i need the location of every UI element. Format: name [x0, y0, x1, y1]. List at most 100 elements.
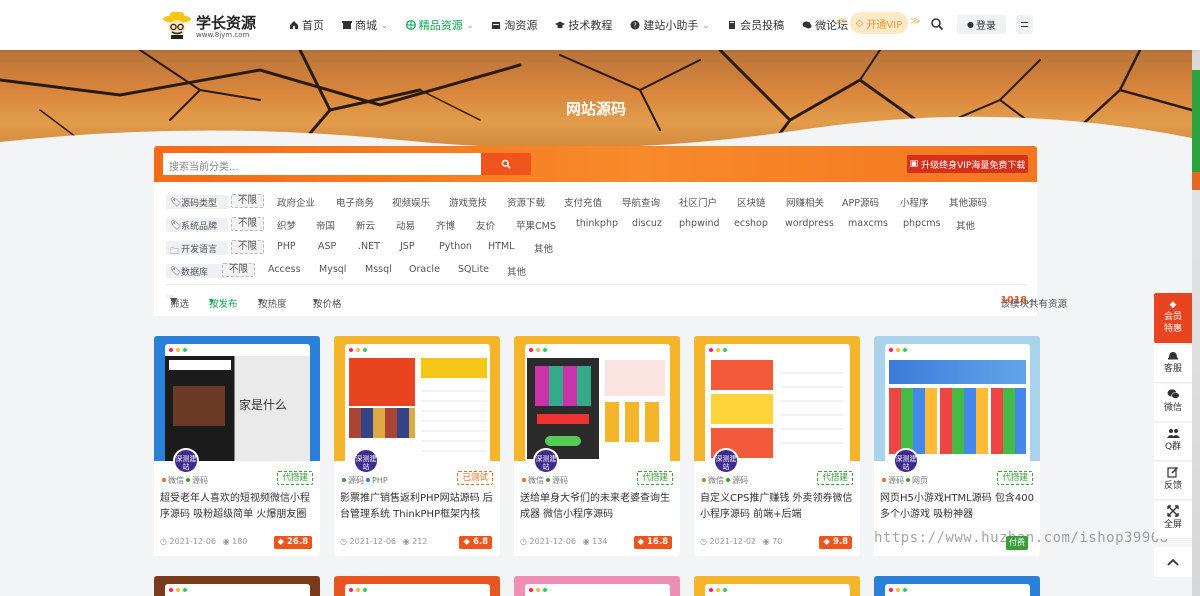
filter-option[interactable]: 织梦 — [277, 218, 296, 232]
feedback-button[interactable]: 反馈 — [1154, 462, 1192, 500]
filter-option[interactable]: 不限 — [222, 263, 256, 277]
nav-item-shop[interactable]: 商城 ⌄ — [333, 0, 397, 50]
filter-toggle[interactable]: ▼ 筛选 — [166, 295, 189, 310]
category-link[interactable]: 源码 — [552, 476, 568, 485]
filter-option[interactable]: 其他源码 — [949, 195, 987, 209]
category-link[interactable]: 微信 — [168, 476, 184, 485]
resource-card[interactable]: 深测建站 微信 源码 代搭建 自定义CPS推广赚钱 外卖领券微信小程序源码 前端+… — [694, 336, 860, 556]
category-link[interactable]: PHP — [372, 476, 388, 485]
filter-option[interactable]: ecshop — [734, 218, 768, 229]
resource-card-partial[interactable] — [694, 576, 860, 596]
nav-item-helper[interactable]: ? 建站小助手 ⌄ — [621, 0, 718, 50]
filter-option[interactable]: 其他 — [534, 241, 553, 255]
filter-option[interactable]: Oracle — [409, 264, 440, 275]
nav-item-submit[interactable]: 会员投稿 — [718, 0, 793, 50]
filter-option[interactable]: 苹果CMS — [516, 218, 556, 232]
author-avatar[interactable]: 深测建站 — [893, 448, 919, 474]
resource-card-partial[interactable] — [154, 576, 320, 596]
upgrade-vip-button[interactable]: ▣ 升级终身VIP海量免费下载 — [907, 155, 1028, 173]
nav-item-tutorials[interactable]: 技术教程 — [546, 0, 621, 50]
category-link[interactable]: 源码 — [348, 476, 364, 485]
filter-option[interactable]: 游戏竞技 — [449, 195, 487, 209]
filter-option[interactable]: 其他 — [956, 218, 975, 232]
filter-option[interactable]: HTML — [488, 241, 514, 252]
nav-item-premium[interactable]: 精品资源 ⌄ — [397, 0, 483, 50]
card-title[interactable]: 网页H5小游戏HTML源码 包含400多个小游戏 吸粉神器 — [880, 491, 1036, 523]
resource-card-partial[interactable] — [334, 576, 500, 596]
filter-option[interactable]: ASP — [318, 241, 336, 252]
nav-item-forum[interactable]: 微论坛 — [793, 0, 857, 50]
filter-option[interactable]: 区块链 — [737, 195, 766, 209]
author-avatar[interactable]: 深测建站 — [353, 448, 379, 474]
back-to-top-button[interactable] — [1154, 547, 1192, 577]
filter-option[interactable]: 不限 — [231, 217, 265, 231]
card-title[interactable]: 自定义CPS推广赚钱 外卖领券微信小程序源码 前端+后端 — [700, 491, 856, 523]
resource-card-partial[interactable] — [874, 576, 1040, 596]
category-link[interactable]: 源码 — [192, 476, 208, 485]
filter-option[interactable]: 不限 — [231, 240, 265, 254]
filter-option[interactable]: 其他 — [507, 264, 526, 278]
filter-option[interactable]: 友价 — [476, 218, 495, 232]
card-title[interactable]: 送给单身大爷们的未来老婆查询生成器 微信小程序源码 — [520, 491, 676, 523]
filter-option[interactable]: Mssql — [365, 264, 392, 275]
card-title[interactable]: 影票推广销售返利PHP网站源码 后台管理系统 ThinkPHP框架内核 — [340, 491, 496, 523]
card-thumbnail[interactable] — [514, 336, 680, 461]
filter-option[interactable]: 社区门户 — [679, 195, 717, 209]
category-link[interactable]: 源码 — [888, 476, 904, 485]
filter-option[interactable]: 不限 — [231, 194, 265, 208]
category-search-input[interactable]: 搜索当前分类... — [163, 153, 481, 175]
resource-card[interactable]: 深测建站 源码 网页 代搭建 网页H5小游戏HTML源码 包含400多个小游戏 吸… — [874, 336, 1040, 556]
search-icon[interactable] — [930, 17, 944, 31]
search-button[interactable] — [481, 153, 531, 175]
card-thumbnail[interactable] — [874, 336, 1040, 461]
filter-option[interactable]: 导航查询 — [622, 195, 660, 209]
filter-option[interactable]: Access — [268, 264, 301, 275]
nav-item-taobao[interactable]: 淘资源 — [482, 0, 546, 50]
filter-option[interactable]: 齐博 — [436, 218, 455, 232]
filter-option[interactable]: phpwind — [679, 218, 720, 229]
site-logo[interactable]: 学长资源 www.8jym.com — [160, 8, 256, 42]
nav-item-home[interactable]: 首页 — [280, 0, 333, 50]
resource-card-partial[interactable] — [514, 576, 680, 596]
filter-option[interactable]: 支付充值 — [564, 195, 602, 209]
filter-option[interactable]: Mysql — [319, 264, 346, 275]
card-title[interactable]: 超受老年人喜欢的短视频微信小程序源码 吸粉超级简单 火爆朋友圈 — [160, 491, 316, 523]
fullscreen-button[interactable]: 全屏 — [1154, 501, 1192, 539]
author-avatar[interactable]: 深测建站 — [533, 448, 559, 474]
card-thumbnail[interactable] — [334, 336, 500, 461]
category-link[interactable]: 微信 — [708, 476, 724, 485]
filter-option[interactable]: maxcms — [848, 218, 888, 229]
filter-option[interactable]: 小程序 — [900, 195, 929, 209]
filter-option[interactable]: thinkphp — [576, 218, 618, 229]
card-thumbnail[interactable]: 家是什么 — [154, 336, 320, 461]
page-scrollbar[interactable] — [1192, 0, 1200, 596]
filter-option[interactable]: 帝国 — [316, 218, 335, 232]
category-link[interactable]: 网页 — [912, 476, 928, 485]
menu-toggle-button[interactable] — [1016, 15, 1033, 34]
filter-option[interactable]: SQLite — [458, 264, 489, 275]
wechat-button[interactable]: 微信 — [1154, 384, 1192, 422]
filter-option[interactable]: phpcms — [903, 218, 941, 229]
resource-card[interactable]: 深测建站 源码 PHP 已测试 影票推广销售返利PHP网站源码 后台管理系统 Th… — [334, 336, 500, 556]
member-offer-button[interactable]: ◆ 会员 特惠 — [1154, 293, 1192, 343]
filter-option[interactable]: 视频娱乐 — [392, 195, 430, 209]
category-link[interactable]: 微信 — [528, 476, 544, 485]
filter-option[interactable]: 新云 — [356, 218, 375, 232]
resource-card[interactable]: 深测建站 微信 源码 代搭建 送给单身大爷们的未来老婆查询生成器 微信小程序源码 … — [514, 336, 680, 556]
filter-option[interactable]: 资源下载 — [507, 195, 545, 209]
filter-option[interactable]: JSP — [400, 241, 415, 252]
filter-option[interactable]: Python — [439, 241, 472, 252]
card-thumbnail[interactable] — [694, 336, 860, 461]
login-button[interactable]: ● 登录 — [957, 15, 1006, 34]
filter-option[interactable]: discuz — [632, 218, 662, 229]
qq-group-button[interactable]: Q群 — [1154, 423, 1192, 461]
category-link[interactable]: 源码 — [732, 476, 748, 485]
filter-option[interactable]: APP源码 — [842, 195, 879, 209]
author-avatar[interactable]: 深测建站 — [713, 448, 739, 474]
filter-option[interactable]: 动易 — [396, 218, 415, 232]
customer-service-button[interactable]: 客服 — [1154, 345, 1192, 383]
open-vip-button[interactable]: ◇ 开通VIP — [850, 12, 908, 34]
filter-option[interactable]: .NET — [358, 241, 380, 252]
filter-option[interactable]: 政府企业 — [277, 195, 315, 209]
filter-option[interactable]: PHP — [277, 241, 296, 252]
